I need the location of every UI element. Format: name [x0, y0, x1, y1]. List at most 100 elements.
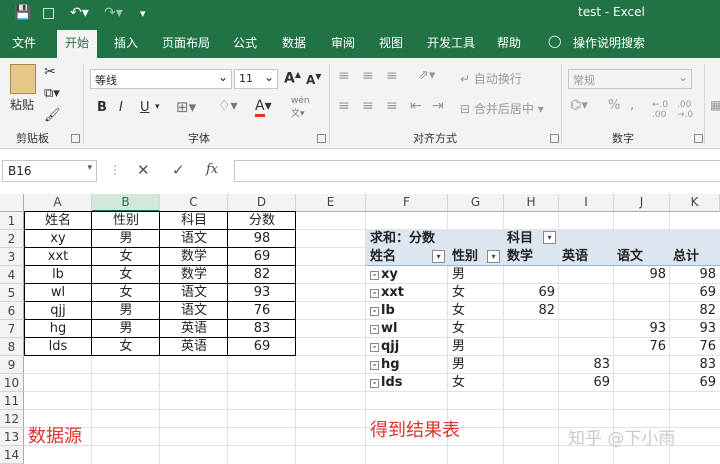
table-cell[interactable]: 男: [92, 230, 160, 248]
collapse-icon[interactable]: -: [370, 379, 379, 388]
tab-insert[interactable]: 插入: [114, 34, 138, 51]
pivot-cell[interactable]: 男: [452, 356, 502, 374]
row-header[interactable]: 4: [0, 266, 24, 284]
table-cell[interactable]: 语文: [160, 230, 228, 248]
tab-developer[interactable]: 开发工具: [427, 34, 475, 51]
column-header-f[interactable]: F: [366, 194, 448, 212]
pivot-row-label[interactable]: - wl: [370, 320, 448, 338]
number-format-select[interactable]: 常规 ⌄: [568, 69, 692, 89]
pivot-cell[interactable]: 93: [670, 320, 720, 338]
pivot-cell[interactable]: [504, 338, 559, 356]
table-cell[interactable]: 语文: [160, 284, 228, 302]
table-cell[interactable]: 男: [92, 320, 160, 338]
align-right-icon[interactable]: ≡: [386, 98, 398, 114]
table-cell[interactable]: xy: [24, 230, 92, 248]
collapse-icon[interactable]: -: [370, 271, 379, 280]
row-header[interactable]: 8: [0, 338, 24, 356]
bottom-align-icon[interactable]: ≡: [386, 68, 398, 84]
wrap-text-button[interactable]: ↵ 自动换行: [460, 70, 522, 87]
pivot-col-header[interactable]: 数学: [507, 248, 557, 266]
paste-button[interactable]: 粘贴: [10, 96, 34, 113]
table-cell[interactable]: 女: [92, 338, 160, 356]
collapse-icon[interactable]: -: [370, 361, 379, 370]
pivot-cell[interactable]: [504, 266, 559, 284]
orientation-icon[interactable]: ⇗▾: [418, 68, 435, 83]
pivot-cell[interactable]: [559, 302, 614, 320]
font-launcher-icon[interactable]: [317, 134, 326, 143]
table-cell[interactable]: wl: [24, 284, 92, 302]
pivot-row-label[interactable]: - xxt: [370, 284, 448, 302]
pivot-cell[interactable]: 98: [670, 266, 720, 284]
tab-home[interactable]: 开始: [57, 30, 98, 58]
top-align-icon[interactable]: ≡: [338, 68, 350, 84]
table-cell[interactable]: 语文: [160, 302, 228, 320]
tab-review[interactable]: 审阅: [331, 34, 355, 51]
table-cell[interactable]: 69: [228, 338, 296, 356]
alignment-launcher-icon[interactable]: [550, 134, 559, 143]
formula-input[interactable]: [234, 160, 720, 182]
font-color-button[interactable]: A▾: [255, 98, 272, 117]
comma-style-button[interactable]: ,: [630, 98, 634, 113]
paste-icon[interactable]: [10, 64, 36, 94]
pivot-row-label[interactable]: - hg: [370, 356, 448, 374]
row-header[interactable]: 3: [0, 248, 24, 266]
pivot-value-field[interactable]: 求和：分数: [370, 230, 490, 248]
table-cell[interactable]: 98: [228, 230, 296, 248]
underline-button[interactable]: U: [140, 100, 150, 115]
column-header-k[interactable]: K: [670, 194, 720, 212]
table-cell[interactable]: 69: [228, 248, 296, 266]
pivot-cell[interactable]: [559, 320, 614, 338]
pivot-col-header[interactable]: 语文: [617, 248, 667, 266]
row-header[interactable]: 9: [0, 356, 24, 374]
decrease-decimal-icon[interactable]: .00 →.0: [677, 100, 693, 120]
row-header[interactable]: 1: [0, 212, 24, 230]
tab-formulas[interactable]: 公式: [233, 34, 257, 51]
clipboard-launcher-icon[interactable]: [71, 134, 80, 143]
row-header[interactable]: 2: [0, 230, 24, 248]
increase-indent-icon[interactable]: ⇥: [432, 98, 444, 114]
tell-me-search[interactable]: 操作说明搜索: [573, 34, 645, 51]
pivot-cell[interactable]: 女: [452, 284, 502, 302]
pivot-cell[interactable]: 69: [504, 284, 559, 302]
cancel-icon[interactable]: ✕: [137, 161, 150, 179]
column-header-d[interactable]: D: [228, 194, 296, 212]
pivot-row-label[interactable]: - xy: [370, 266, 448, 284]
pivot-cell[interactable]: 98: [614, 266, 670, 284]
row-header[interactable]: 10: [0, 374, 24, 392]
row-header[interactable]: 14: [0, 446, 24, 464]
format-painter-icon[interactable]: 🖌: [44, 108, 61, 123]
table-cell[interactable]: 女: [92, 266, 160, 284]
pivot-cell[interactable]: [559, 266, 614, 284]
table-cell[interactable]: 数学: [160, 248, 228, 266]
styles-group-icon[interactable]: ▦: [710, 98, 720, 112]
row-filter-dropdown-icon[interactable]: ▾: [432, 250, 445, 263]
fill-color-icon[interactable]: ♢▾: [218, 98, 238, 114]
table-cell[interactable]: hg: [24, 320, 92, 338]
table-cell[interactable]: 男: [92, 302, 160, 320]
table-cell[interactable]: 科目: [160, 212, 228, 230]
collapse-icon[interactable]: -: [370, 325, 379, 334]
table-cell[interactable]: 性别: [92, 212, 160, 230]
column-header-i[interactable]: I: [559, 194, 614, 212]
column-header-e[interactable]: E: [296, 194, 366, 212]
redo-icon[interactable]: ↷▾: [104, 5, 123, 21]
pivot-cell[interactable]: [614, 284, 670, 302]
pivot-row-label[interactable]: - lds: [370, 374, 448, 392]
middle-align-icon[interactable]: ≡: [362, 68, 374, 84]
tab-help[interactable]: 帮助: [497, 34, 521, 51]
customize-qat-icon[interactable]: ▾: [140, 7, 146, 20]
pivot-col-header[interactable]: 英语: [562, 248, 612, 266]
pivot-cell[interactable]: 女: [452, 302, 502, 320]
tab-page-layout[interactable]: 页面布局: [162, 34, 210, 51]
pivot-cell[interactable]: [614, 302, 670, 320]
tab-view[interactable]: 视图: [379, 34, 403, 51]
pivot-row-label[interactable]: - lb: [370, 302, 448, 320]
phonetic-guide-button[interactable]: wén 文▾: [291, 96, 310, 119]
column-header-b[interactable]: B: [92, 194, 160, 212]
pivot-cell[interactable]: [504, 356, 559, 374]
copy-icon[interactable]: ⧉▾: [44, 86, 60, 101]
pivot-cell[interactable]: 69: [559, 374, 614, 392]
row-header[interactable]: 6: [0, 302, 24, 320]
tab-data[interactable]: 数据: [282, 34, 306, 51]
name-box[interactable]: B16 ▾: [2, 160, 97, 182]
